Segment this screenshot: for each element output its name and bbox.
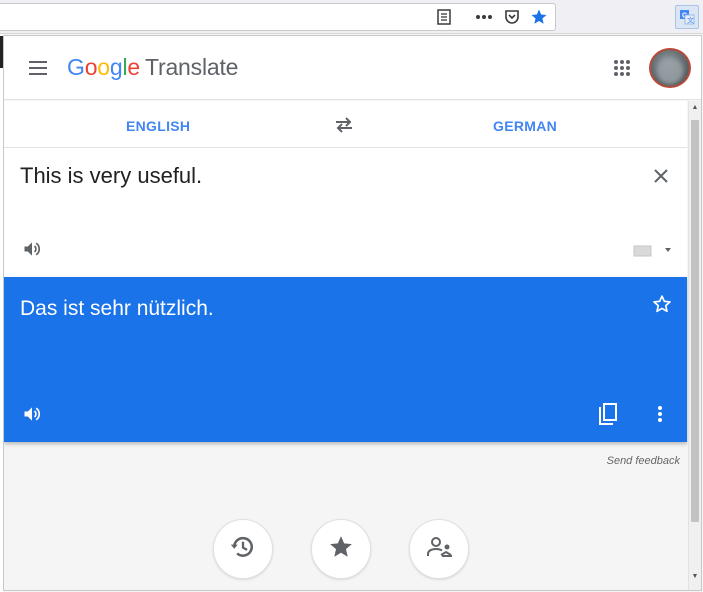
browser-window: G文 GoogleTranslate ENGLISH (0, 0, 703, 592)
copy-icon[interactable] (596, 402, 620, 426)
scrollbar-thumb[interactable] (691, 120, 699, 522)
logo-letter: e (127, 54, 140, 80)
source-speaker-icon[interactable] (20, 237, 44, 261)
community-icon (425, 535, 453, 564)
more-actions-icon[interactable] (475, 8, 493, 26)
scroll-down-icon[interactable]: ▼ (690, 572, 700, 582)
logo-letter: o (84, 54, 98, 80)
bookmark-star-icon[interactable] (530, 8, 548, 26)
source-language-button[interactable]: ENGLISH (126, 118, 190, 134)
menu-icon[interactable] (26, 56, 50, 80)
more-vert-icon[interactable] (648, 402, 672, 426)
community-button[interactable] (409, 519, 469, 579)
logo-letter: g (109, 54, 123, 80)
google-translate-logo[interactable]: Google Translate (67, 54, 238, 81)
send-feedback-link[interactable]: Send feedback (564, 455, 680, 467)
url-bar[interactable] (0, 3, 556, 31)
result-speaker-icon[interactable] (20, 402, 44, 426)
saved-button[interactable] (311, 519, 371, 579)
logo-letter: o (97, 54, 110, 80)
saved-star-icon (328, 534, 354, 565)
translated-text: Das ist sehr nützlich. (20, 297, 214, 320)
scroll-up-icon[interactable]: ▲ (690, 103, 700, 113)
source-panel: This is very useful. (4, 148, 687, 277)
history-icon (229, 533, 257, 566)
swap-languages-icon[interactable] (332, 113, 356, 137)
app-header: Google Translate (4, 36, 701, 100)
clear-icon[interactable] (649, 164, 673, 188)
pocket-icon[interactable] (503, 8, 521, 26)
translate-extension-icon[interactable]: G文 (675, 5, 699, 29)
star-outline-icon[interactable] (650, 292, 674, 316)
target-language-button[interactable]: GERMAN (493, 118, 557, 134)
apps-grid-icon[interactable] (610, 56, 634, 80)
result-panel: Das ist sehr nützlich. (4, 277, 687, 442)
source-text-input[interactable]: This is very useful. (20, 163, 202, 189)
reader-view-icon[interactable] (435, 8, 453, 26)
google-wordmark: Google (67, 54, 140, 80)
keyboard-icon[interactable] (632, 242, 672, 258)
svg-text:文: 文 (687, 16, 694, 25)
translate-popup: Google Translate ENGLISH GERMAN This is v… (3, 35, 702, 591)
logo-letter: G (67, 54, 85, 80)
product-name: Translate (145, 54, 239, 80)
avatar[interactable] (649, 48, 691, 88)
browser-toolbar: G文 (0, 0, 703, 34)
language-bar: ENGLISH GERMAN (4, 101, 687, 148)
history-button[interactable] (213, 519, 273, 579)
